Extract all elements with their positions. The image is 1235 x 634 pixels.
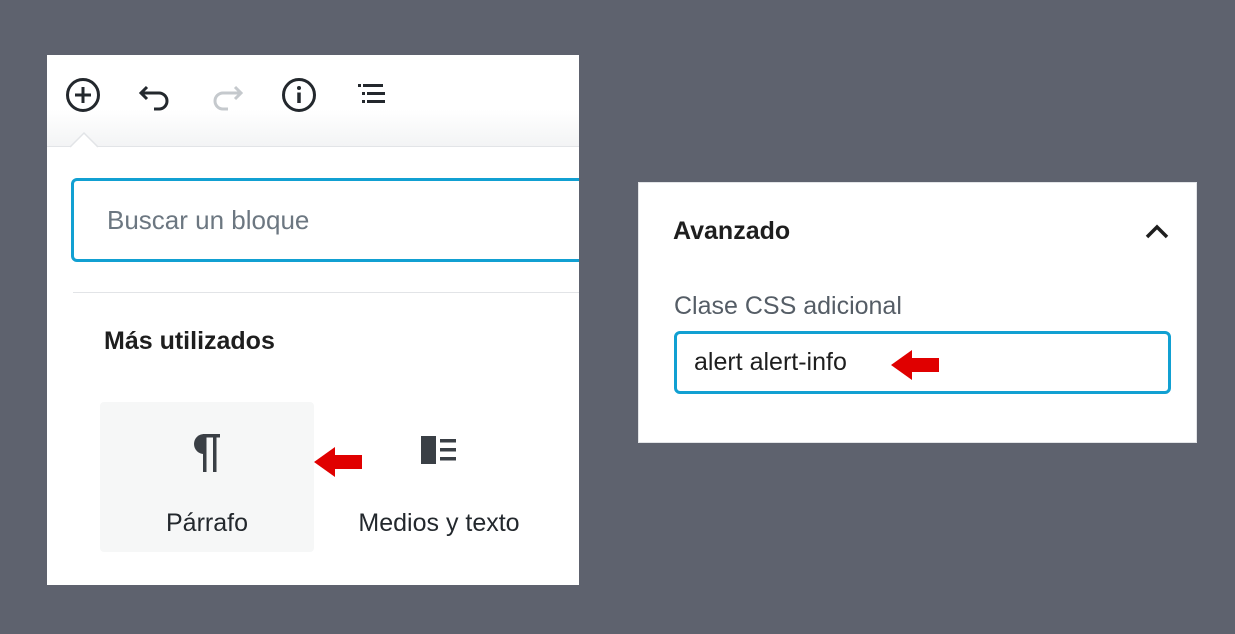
block-label-media-text: Medios y texto [358,509,520,537]
block-navigation-button[interactable] [351,75,391,115]
block-item-media-text[interactable]: Medios y texto [332,402,546,552]
list-outline-icon [358,84,385,103]
collapse-toggle-button[interactable] [1139,213,1175,249]
undo-icon [138,85,169,111]
css-class-input[interactable] [694,334,994,391]
block-label-paragraph: Párrafo [166,509,248,537]
popover-caret [70,131,98,148]
divider [73,292,579,293]
media-text-icon [332,430,546,470]
advanced-settings-panel: Avanzado Clase CSS adicional [638,182,1197,443]
block-search-input[interactable] [107,181,567,259]
block-search-field[interactable] [71,178,579,262]
annotation-arrow-icon [891,350,939,380]
plus-circle-icon [66,78,100,112]
paragraph-icon [100,430,314,474]
block-item-paragraph[interactable]: Párrafo [100,402,314,552]
redo-icon [213,85,244,111]
info-button[interactable] [279,75,319,115]
editor-toolbar [47,55,579,147]
advanced-panel-title: Avanzado [673,217,791,245]
most-used-heading: Más utilizados [104,327,275,355]
chevron-up-icon [1145,224,1169,239]
redo-button[interactable] [207,75,247,115]
add-block-button[interactable] [63,75,103,115]
info-icon [282,78,316,112]
annotation-arrow-icon [314,447,362,477]
css-class-label: Clase CSS adicional [674,292,902,320]
block-inserter-panel: Más utilizados Párrafo Medios y texto [47,55,579,585]
undo-button[interactable] [135,75,175,115]
